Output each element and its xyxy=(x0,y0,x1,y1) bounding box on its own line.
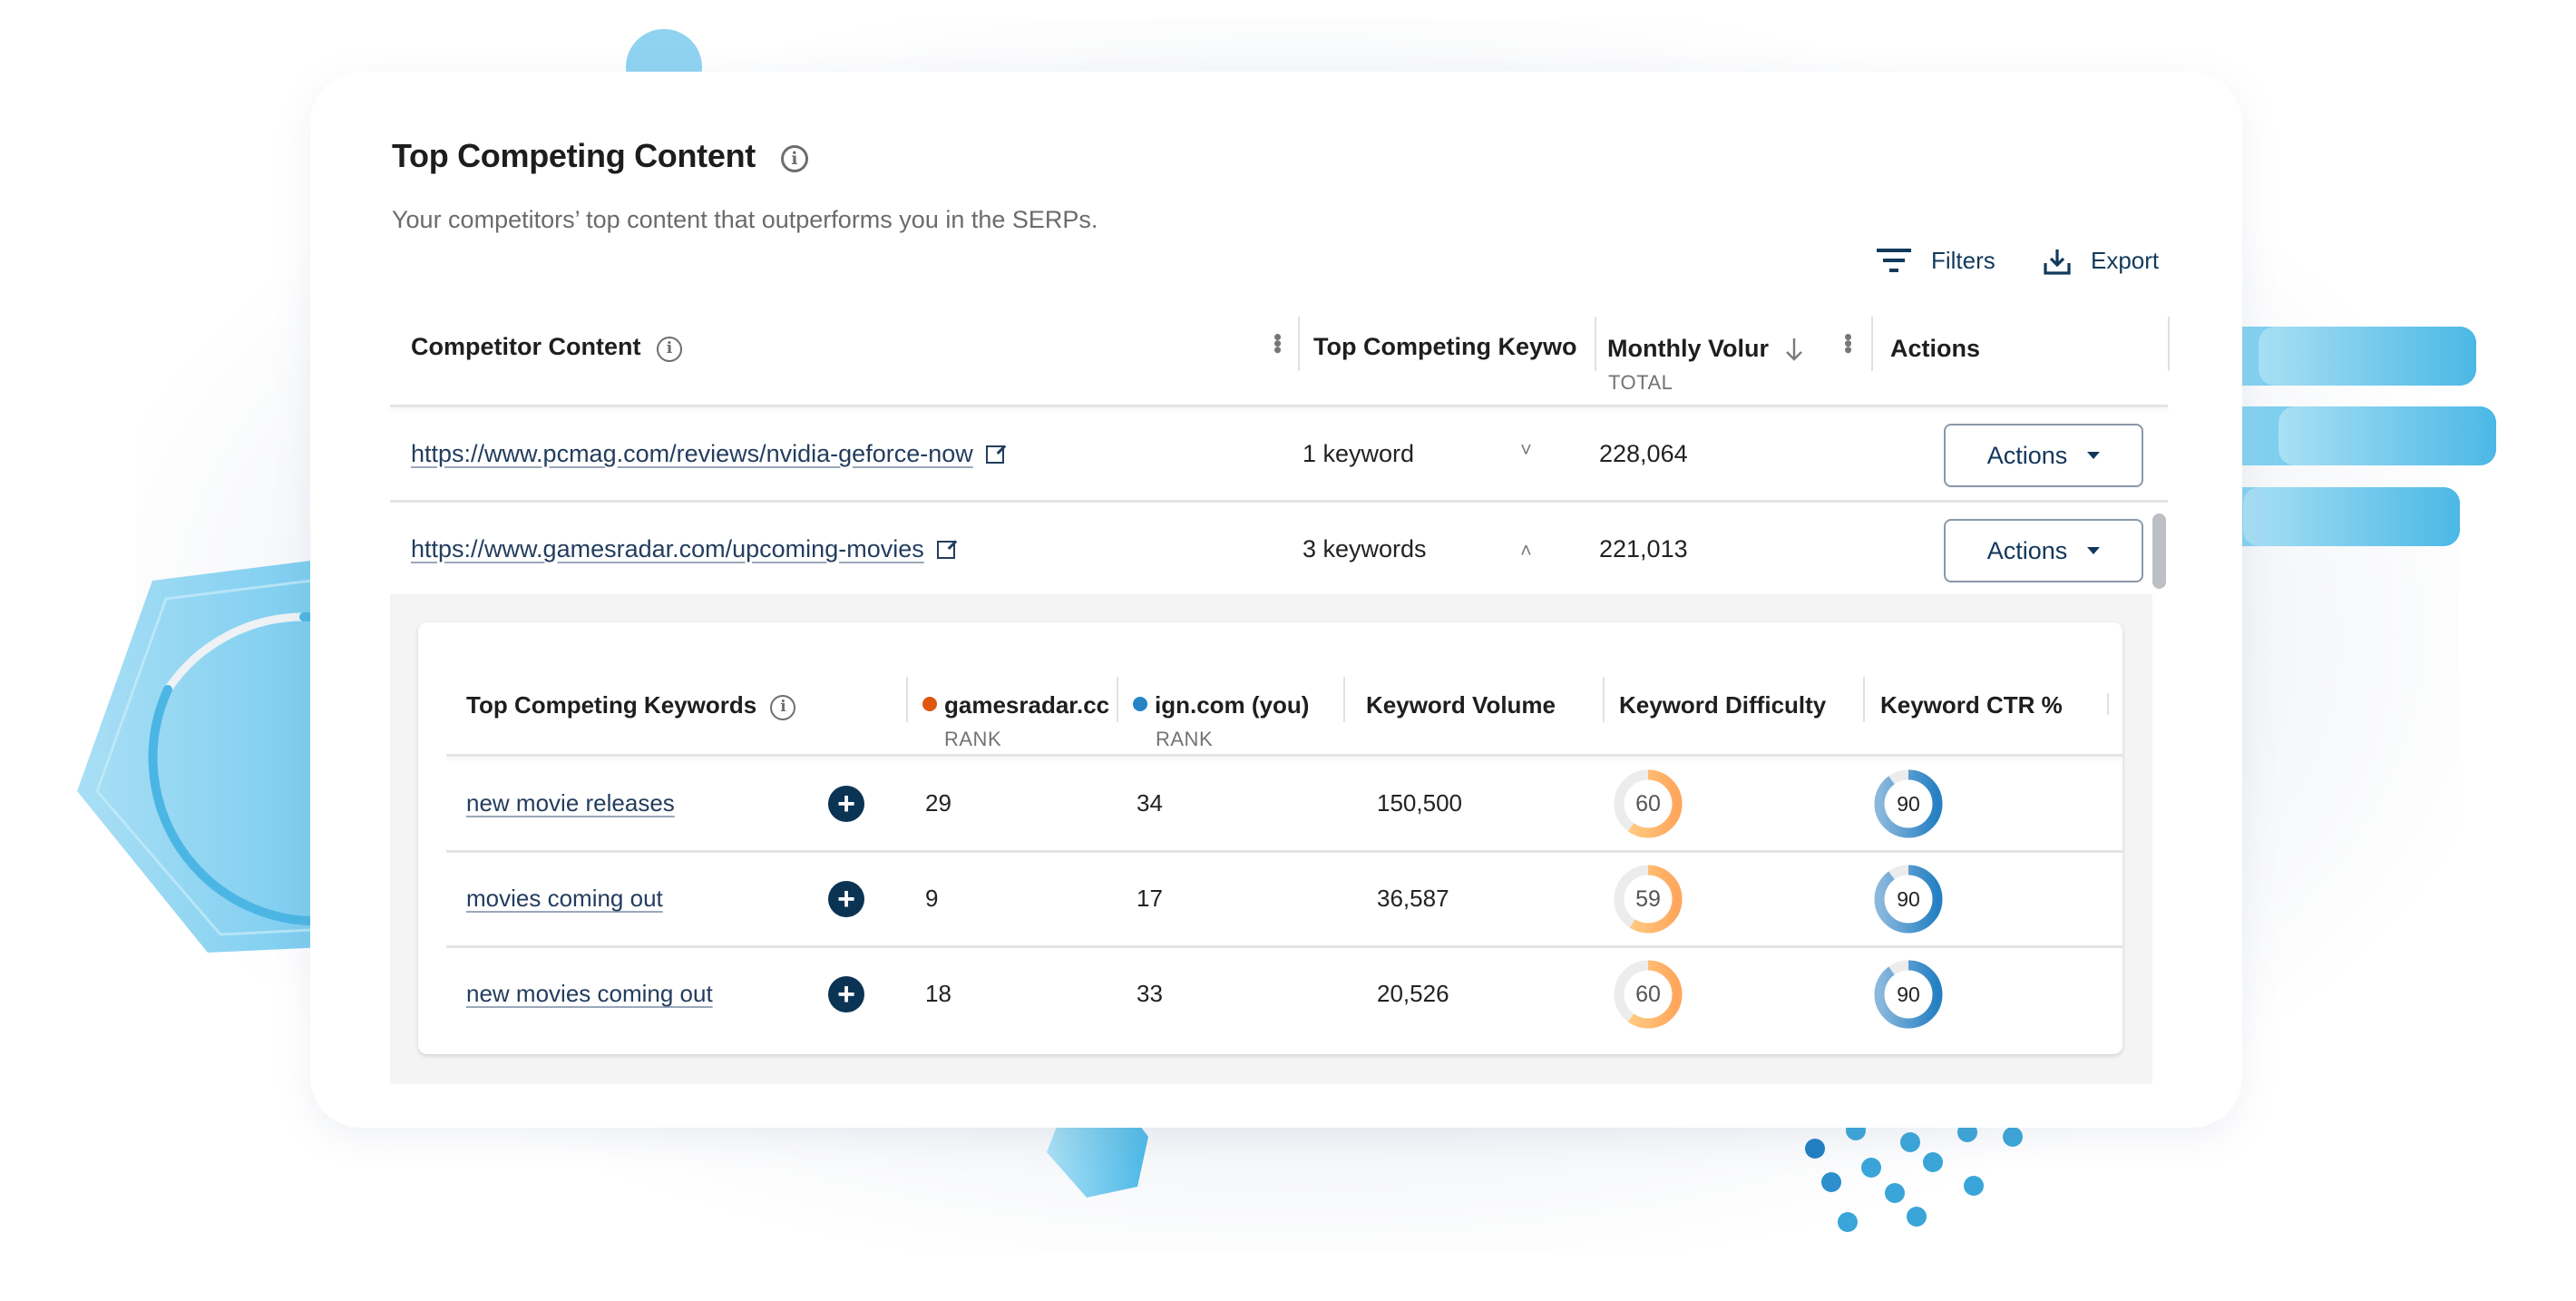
keyword-row: new movie releases + 29 34 150,500 60 90 xyxy=(418,757,2122,853)
gauge-value: 90 xyxy=(1897,983,1920,1006)
filters-label: Filters xyxy=(1931,247,1995,274)
plus-icon: + xyxy=(837,977,855,1012)
column-header-competitor-rank: gamesradar.cc xyxy=(922,691,1111,719)
download-icon xyxy=(2044,249,2071,275)
monthly-volume-value: 228,064 xyxy=(1599,440,1688,467)
column-separator[interactable] xyxy=(1595,317,1596,371)
monthly-volume-value: 221,013 xyxy=(1599,535,1688,562)
keyword-volume: 150,500 xyxy=(1377,789,1462,817)
column-separator xyxy=(1117,677,1118,722)
plus-icon: + xyxy=(837,882,855,916)
keywords-table-header: Top Competing Keywords i gamesradar.cc R… xyxy=(418,622,2122,758)
keyword-volume: 36,587 xyxy=(1377,885,1449,912)
column-header-top-keywords[interactable]: Top Competing Keywo xyxy=(1313,333,1591,361)
decorative-bar-1 xyxy=(2213,327,2476,386)
decorative-bar-3 xyxy=(2213,487,2460,546)
keyword-link[interactable]: movies coming out xyxy=(466,885,663,913)
caret-down-icon xyxy=(2087,547,2101,554)
you-rank: 17 xyxy=(1137,885,1163,912)
table-header: Competitor Content i ••• Top Competing K… xyxy=(310,313,2242,407)
competitor-url-link[interactable]: https://www.gamesradar.com/upcoming-movi… xyxy=(411,535,955,563)
column-header-keyword-volume: Keyword Volume xyxy=(1366,691,1556,719)
column-header-competitor-content[interactable]: Competitor Content i xyxy=(411,333,682,362)
competitor-url-link[interactable]: https://www.pcmag.com/reviews/nvidia-gef… xyxy=(411,440,1004,468)
keyword-link[interactable]: new movies coming out xyxy=(466,980,713,1008)
keywords-table-card: Top Competing Keywords i gamesradar.cc R… xyxy=(418,622,2122,1054)
plus-icon: + xyxy=(837,787,855,821)
column-header-you-rank: ign.com (you) xyxy=(1133,691,1309,719)
info-icon[interactable]: i xyxy=(780,145,808,172)
column-subheader-total: TOTAL xyxy=(1608,371,1673,394)
column-menu-icon[interactable]: ••• xyxy=(1835,333,1862,352)
column-separator xyxy=(906,677,908,722)
keyword-count: 1 keyword xyxy=(1303,440,1415,467)
export-button[interactable]: Export xyxy=(2044,247,2159,275)
gauge-value: 90 xyxy=(1897,792,1920,816)
ctr-gauge: 90 xyxy=(1872,863,1945,935)
column-header-keyword-difficulty: Keyword Difficulty xyxy=(1619,691,1827,719)
ctr-gauge: 90 xyxy=(1872,958,1945,1031)
column-header-keyword-ctr: Keyword CTR % xyxy=(1880,691,2063,719)
export-label: Export xyxy=(2091,247,2160,274)
decorative-bar-2 xyxy=(2213,406,2496,465)
keyword-volume: 20,526 xyxy=(1377,980,1449,1007)
collapse-chevron-up-icon[interactable]: ˄ xyxy=(1520,539,1532,562)
table-row: https://www.pcmag.com/reviews/nvidia-gef… xyxy=(310,407,2242,502)
sort-descending-icon[interactable] xyxy=(1784,337,1804,362)
column-header-keyword: Top Competing Keywords i xyxy=(466,691,796,720)
page-title: Top Competing Content i xyxy=(392,137,808,175)
filters-button[interactable]: Filters xyxy=(1877,247,1995,275)
difficulty-gauge: 59 xyxy=(1612,863,1684,935)
table-row: https://www.gamesradar.com/upcoming-movi… xyxy=(310,503,2242,594)
column-separator xyxy=(1863,677,1865,722)
info-icon[interactable]: i xyxy=(656,337,682,362)
you-color-dot xyxy=(1133,697,1147,711)
title-text: Top Competing Content xyxy=(392,137,756,174)
add-keyword-button[interactable]: + xyxy=(828,881,864,917)
column-separator[interactable] xyxy=(1871,317,1873,371)
ctr-gauge: 90 xyxy=(1872,768,1945,840)
gauge-value: 60 xyxy=(1635,982,1661,1007)
column-header-actions: Actions xyxy=(1890,335,1981,362)
competitor-rank: 18 xyxy=(925,980,951,1007)
add-keyword-button[interactable]: + xyxy=(828,976,864,1012)
gauge-value: 59 xyxy=(1635,886,1661,912)
keyword-row: new movies coming out + 18 33 20,526 60 … xyxy=(418,947,2122,1042)
keyword-count: 3 keywords xyxy=(1303,535,1427,562)
competitor-rank: 29 xyxy=(925,789,951,817)
top-competing-content-card: Top Competing Content i Your competitors… xyxy=(310,72,2242,1128)
difficulty-gauge: 60 xyxy=(1612,958,1684,1031)
column-separator xyxy=(1343,677,1345,722)
info-icon[interactable]: i xyxy=(770,695,796,720)
keyword-row: movies coming out + 9 17 36,587 59 90 xyxy=(418,852,2122,948)
gauge-value: 60 xyxy=(1635,791,1661,817)
you-rank: 33 xyxy=(1137,980,1163,1007)
you-rank: 34 xyxy=(1137,789,1163,817)
column-subheader-rank: RANK xyxy=(1156,728,1214,750)
column-separator[interactable] xyxy=(2168,317,2170,371)
gauge-value: 90 xyxy=(1897,887,1920,911)
add-keyword-button[interactable]: + xyxy=(828,786,864,822)
caret-down-icon xyxy=(2087,452,2101,459)
decorative-dots xyxy=(1796,1120,2032,1234)
keyword-link[interactable]: new movie releases xyxy=(466,789,675,817)
expanded-keywords-panel: Top Competing Keywords i gamesradar.cc R… xyxy=(390,594,2152,1084)
expand-chevron-down-icon[interactable]: ˅ xyxy=(1520,438,1532,462)
difficulty-gauge: 60 xyxy=(1612,768,1684,840)
external-link-icon xyxy=(936,541,955,559)
column-menu-icon[interactable]: ••• xyxy=(1264,333,1292,352)
external-link-icon xyxy=(985,445,1004,464)
competitor-color-dot xyxy=(922,697,937,711)
page-subtitle: Your competitors’ top content that outpe… xyxy=(392,206,1098,233)
column-separator xyxy=(2107,693,2109,715)
column-separator[interactable] xyxy=(1298,317,1300,371)
actions-dropdown-button[interactable]: Actions xyxy=(1944,519,2143,582)
competitor-rank: 9 xyxy=(925,885,939,912)
filter-icon xyxy=(1877,248,1911,272)
actions-dropdown-button[interactable]: Actions xyxy=(1944,424,2143,487)
column-separator xyxy=(1603,677,1605,722)
column-header-monthly-volume[interactable]: Monthly Volur xyxy=(1607,335,1772,363)
column-subheader-rank: RANK xyxy=(944,728,1002,750)
vertical-scrollbar[interactable] xyxy=(2152,514,2166,589)
